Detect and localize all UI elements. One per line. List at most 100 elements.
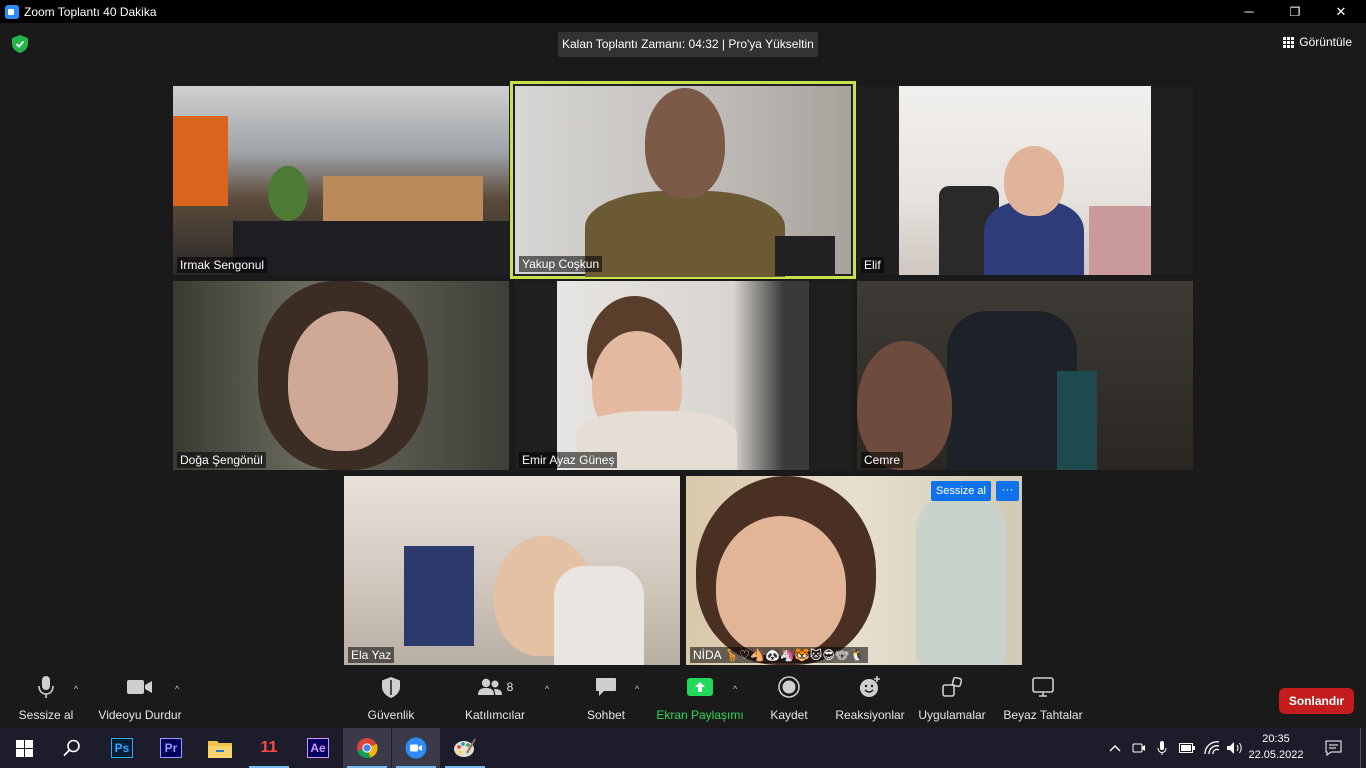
video-feed (899, 86, 1151, 275)
chat-label: Sohbet (586, 708, 626, 722)
after-effects-taskbar-button[interactable]: Ae (294, 728, 342, 768)
zoom-icon (405, 737, 427, 759)
restore-button[interactable]: ❐ (1272, 0, 1318, 23)
view-button[interactable]: Görüntüle (1283, 35, 1352, 49)
notification-center-icon (1325, 740, 1341, 756)
tray-camera[interactable] (1130, 728, 1148, 768)
wifi-icon (1204, 741, 1220, 755)
show-hidden-icons-chevron[interactable] (1106, 728, 1124, 768)
reactions-button[interactable]: Reaksiyonlar (835, 672, 905, 722)
minimize-button[interactable]: ─ (1226, 0, 1272, 23)
zoom-taskbar-button[interactable] (392, 728, 440, 768)
tile-more-button[interactable]: ··· (996, 481, 1019, 501)
security-shield-icon (382, 676, 400, 698)
participant-name: Doğa Şengönül (177, 452, 266, 468)
apps-button[interactable]: Uygulamalar (918, 672, 986, 722)
stop-video-button[interactable]: Videoyu Durdur (97, 672, 183, 722)
participant-name: Ela Yaz (348, 647, 395, 663)
whiteboard-button[interactable]: Beyaz Tahtalar (1003, 672, 1083, 722)
camera-tray-icon (1132, 743, 1145, 753)
participants-options-caret[interactable]: ^ (545, 684, 549, 694)
whiteboard-icon (1032, 677, 1054, 697)
record-button[interactable]: Kaydet (769, 672, 809, 722)
video-tile[interactable]: Cemre (857, 281, 1193, 470)
video-tile-active-speaker[interactable]: Yakup Coşkun (510, 81, 856, 279)
whiteboard-label: Beyaz Tahtalar (1003, 708, 1083, 722)
app-11-icon: 11 (260, 739, 278, 756)
windows-start-button[interactable] (0, 728, 48, 768)
chat-bubble-icon (596, 678, 616, 696)
video-tile[interactable]: Elif (857, 86, 1193, 275)
view-label: Görüntüle (1299, 35, 1352, 49)
video-tile[interactable]: Ela Yaz (344, 476, 680, 665)
premiere-taskbar-button[interactable]: Pr (147, 728, 195, 768)
record-label: Kaydet (770, 708, 808, 722)
participants-label: Katılımcılar (464, 708, 525, 722)
video-feed (557, 281, 809, 470)
mute-label: Sessize al (18, 708, 74, 722)
tray-volume[interactable] (1225, 728, 1245, 768)
tile-mute-button[interactable]: Sessize al (930, 481, 991, 501)
premiere-icon: Pr (160, 738, 182, 758)
chevron-up-icon (1109, 745, 1121, 752)
shield-icon[interactable] (12, 35, 28, 53)
meeting-toolbar: Sessize al ^ Videoyu Durdur ^ Güvenlik 8… (0, 672, 1366, 728)
tray-microphone[interactable] (1154, 728, 1170, 768)
tray-battery[interactable] (1177, 728, 1197, 768)
folder-icon (208, 740, 232, 758)
stop-video-label: Videoyu Durdur (98, 708, 182, 722)
notifications-button[interactable] (1318, 728, 1348, 768)
participant-name: Yakup Coşkun (519, 256, 603, 272)
grid-icon (1283, 36, 1295, 48)
window-title-bar: Zoom Toplantı 40 Dakika ─ ❐ ✕ (0, 0, 1366, 23)
video-tile[interactable]: Doğa Şengönül (173, 281, 509, 470)
microphone-tray-icon (1157, 740, 1167, 755)
paint-taskbar-button[interactable] (441, 728, 489, 768)
zoom-app-icon (5, 4, 19, 19)
emoji-add-icon (860, 676, 880, 697)
windows-taskbar: Ps Pr 11 Ae 20:35 22.05.2022 (0, 728, 1366, 768)
close-button[interactable]: ✕ (1318, 0, 1364, 23)
participants-icon (477, 678, 502, 695)
end-meeting-button[interactable]: Sonlandır (1279, 688, 1354, 714)
participants-button[interactable]: 8 Katılımcılar (464, 672, 526, 722)
show-desktop-button[interactable] (1360, 728, 1366, 768)
meeting-timer[interactable]: Kalan Toplantı Zamanı: 04:32 | Pro'ya Yü… (558, 32, 818, 57)
participant-name: Irmak Sengonul (177, 257, 268, 273)
chrome-taskbar-button[interactable] (343, 728, 391, 768)
video-feed (173, 86, 509, 275)
audio-options-caret[interactable]: ^ (74, 684, 78, 694)
video-options-caret[interactable]: ^ (175, 684, 179, 694)
security-label: Güvenlik (367, 708, 415, 722)
video-feed (686, 476, 1022, 665)
chrome-icon (357, 738, 378, 759)
participants-count: 8 (506, 680, 514, 694)
participant-name: Cemre (861, 452, 904, 468)
video-camera-icon (127, 680, 152, 694)
system-clock[interactable]: 20:35 22.05.2022 (1248, 731, 1304, 763)
share-screen-label: Ekran Paylaşımı (656, 708, 744, 722)
mute-button[interactable]: Sessize al (18, 672, 74, 722)
video-tile[interactable]: Irmak Sengonul (173, 86, 509, 275)
record-icon (778, 676, 800, 698)
chat-button[interactable]: Sohbet (586, 672, 626, 722)
participant-name: Emir Ayaz Güneş (519, 452, 618, 468)
participant-name: NİDA 🦒♡🐴🐼🦄🐯🐱😎🐨🐧 (690, 647, 868, 663)
window-title: Zoom Toplantı 40 Dakika (24, 4, 157, 19)
search-icon (63, 739, 80, 757)
photoshop-taskbar-button[interactable]: Ps (98, 728, 146, 768)
battery-icon (1179, 743, 1195, 753)
paint-palette-icon (454, 738, 476, 757)
security-button[interactable]: Güvenlik (366, 672, 416, 722)
chat-options-caret[interactable]: ^ (635, 684, 639, 694)
share-screen-button[interactable]: Ekran Paylaşımı (656, 672, 744, 722)
file-explorer-taskbar-button[interactable] (196, 728, 244, 768)
tray-wifi[interactable] (1202, 728, 1222, 768)
search-button[interactable] (48, 728, 96, 768)
share-options-caret[interactable]: ^ (733, 684, 737, 694)
app-11-taskbar-button[interactable]: 11 (245, 728, 293, 768)
share-screen-icon (687, 678, 713, 696)
video-tile[interactable]: Emir Ayaz Güneş (515, 281, 851, 470)
video-feed (173, 281, 509, 470)
video-tile[interactable]: NİDA 🦒♡🐴🐼🦄🐯🐱😎🐨🐧 Sessize al ··· (686, 476, 1022, 665)
